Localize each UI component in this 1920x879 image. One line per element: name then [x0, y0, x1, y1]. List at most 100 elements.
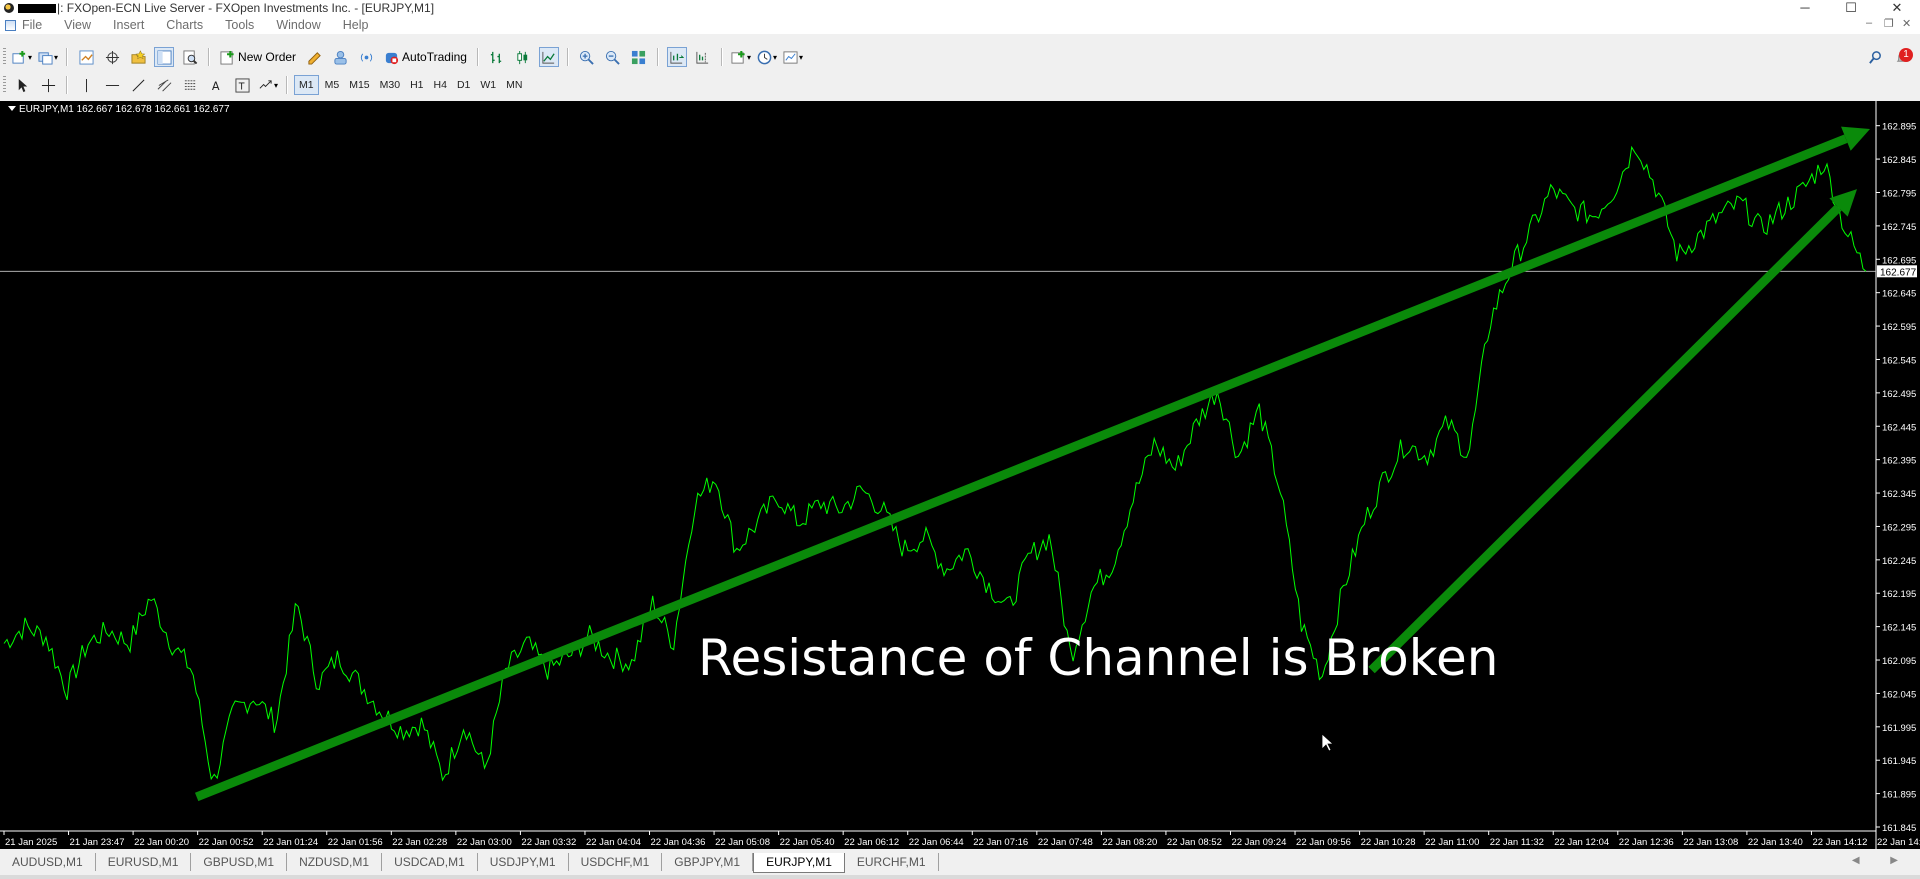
price-chart[interactable]: 162.895162.845162.795162.745162.695162.6… [0, 101, 1920, 849]
trendline-tool[interactable] [128, 75, 148, 95]
metaeditor-button[interactable] [304, 47, 324, 67]
text-tool[interactable]: A [206, 75, 226, 95]
tab-usdjpy[interactable]: USDJPY,M1 [478, 853, 569, 871]
text-label-tool[interactable]: T [232, 75, 252, 95]
candlesticks-button[interactable] [513, 47, 533, 67]
market-watch-button[interactable] [76, 47, 96, 67]
new-order-button[interactable]: New Order [218, 47, 298, 67]
zoom-in-button[interactable] [577, 47, 597, 67]
vps-button[interactable] [356, 47, 376, 67]
mdi-restore-button[interactable]: ❐ [1884, 17, 1894, 30]
text-label-icon: T [234, 77, 250, 93]
new-chart-button[interactable]: ▾ [12, 47, 32, 67]
toolbar-grip[interactable] [3, 76, 6, 94]
chart-header: EURJPY,M1 162.667 162.678 162.661 162.67… [8, 104, 230, 115]
menu-insert[interactable]: Insert [113, 18, 144, 32]
vertical-line-tool[interactable] [76, 75, 96, 95]
time-tick-label: 22 Jan 01:24 [263, 837, 318, 848]
tab-gbpjpy[interactable]: GBPJPY,M1 [662, 853, 754, 871]
price-tick-label: 162.495 [1882, 389, 1916, 400]
maximize-button[interactable]: ☐ [1828, 0, 1874, 16]
signals-button[interactable] [330, 47, 350, 67]
navigator-button[interactable] [128, 47, 148, 67]
new-order-icon [220, 50, 234, 65]
document-icon[interactable] [5, 19, 16, 31]
close-button[interactable]: ✕ [1874, 0, 1920, 16]
tab-scroll-arrows[interactable]: ◀ ▶ [1852, 855, 1912, 866]
fibonacci-tool[interactable] [180, 75, 200, 95]
search-button[interactable] [1865, 47, 1885, 67]
timeframe-w1[interactable]: W1 [476, 76, 500, 94]
menu-help[interactable]: Help [343, 18, 369, 32]
timeframe-m5[interactable]: M5 [321, 76, 344, 94]
auto-scroll-button[interactable] [666, 47, 687, 67]
trend-arrows [194, 126, 1870, 802]
periods-button[interactable]: ▾ [757, 47, 777, 67]
tab-eurjpy[interactable]: EURJPY,M1 [753, 853, 845, 873]
tile-windows-icon [632, 50, 646, 64]
tab-usdchf[interactable]: USDCHF,M1 [569, 853, 663, 871]
menu-file[interactable]: File [22, 18, 42, 32]
profiles-button[interactable]: ▾ [38, 47, 58, 67]
price-tick-label: 162.645 [1882, 289, 1916, 300]
horizontal-line-tool[interactable] [102, 75, 122, 95]
price-tick-label: 162.045 [1882, 689, 1916, 700]
tab-eurusd[interactable]: EURUSD,M1 [96, 853, 192, 871]
zoom-out-button[interactable] [603, 47, 623, 67]
menu-window[interactable]: Window [276, 18, 320, 32]
chart-symbol-info: EURJPY,M1 162.667 162.678 162.661 162.67… [19, 104, 230, 115]
equidistant-channel-tool[interactable] [154, 75, 174, 95]
magnifier-document-icon [183, 49, 197, 65]
window-title: |: FXOpen-ECN Live Server - FXOpen Inves… [57, 1, 435, 15]
minimize-button[interactable]: ─ [1782, 0, 1828, 16]
time-tick-label: 22 Jan 04:04 [586, 837, 641, 848]
price-tick-label: 162.745 [1882, 222, 1916, 233]
time-tick-label: 22 Jan 08:20 [1102, 837, 1157, 848]
menu-view[interactable]: View [64, 18, 91, 32]
time-axis: 21 Jan 2025 21 Jan 23:47 22 Jan 00:20 22 Ja… [0, 830, 1920, 848]
tab-nzdusd[interactable]: NZDUSD,M1 [287, 853, 383, 871]
notifications-button[interactable]: 1 [1889, 47, 1915, 67]
timeframe-d1[interactable]: D1 [453, 76, 474, 94]
chart-shift-button[interactable] [693, 47, 713, 67]
tile-windows-button[interactable] [629, 47, 649, 67]
zoom-out-icon [606, 50, 621, 65]
mdi-minimize-button[interactable]: – [1866, 17, 1872, 29]
terminal-button[interactable] [154, 47, 175, 67]
price-tick-label: 162.895 [1882, 122, 1916, 133]
line-chart-button[interactable] [538, 47, 559, 67]
crosshair-tool[interactable] [38, 75, 58, 95]
arrows-tool[interactable]: ▾ [258, 75, 278, 95]
tab-eurchf[interactable]: EURCHF,M1 [845, 853, 939, 871]
mouse-cursor-icon [1321, 733, 1335, 752]
timeframe-m15[interactable]: M15 [345, 76, 373, 94]
menu-charts[interactable]: Charts [166, 18, 203, 32]
mdi-close-button[interactable]: ✕ [1902, 17, 1911, 30]
menu-tools[interactable]: Tools [225, 18, 254, 32]
metaeditor-icon [307, 51, 321, 65]
toolbar-separator [656, 48, 659, 66]
tab-usdcad[interactable]: USDCAD,M1 [382, 853, 478, 871]
timeframe-m1[interactable]: M1 [294, 75, 319, 95]
time-tick-label: 22 Jan 04:36 [651, 837, 706, 848]
bar-chart-button[interactable] [487, 47, 507, 67]
timeframe-mn[interactable]: MN [502, 76, 526, 94]
toolbar-grip[interactable] [3, 48, 6, 66]
timeframe-m30[interactable]: M30 [376, 76, 404, 94]
time-tick-label: 22 Jan 13:40 [1748, 837, 1803, 848]
templates-button[interactable]: ▾ [783, 47, 803, 67]
autotrading-button[interactable]: AutoTrading [382, 47, 469, 67]
tab-gbpusd[interactable]: GBPUSD,M1 [191, 853, 288, 871]
strategy-tester-button[interactable] [180, 47, 200, 67]
indicators-button[interactable]: ▾ [731, 47, 751, 67]
cursor-tool[interactable] [12, 75, 32, 95]
toolbar-separator [566, 48, 569, 66]
tab-audusd[interactable]: AUDUSD,M1 [0, 853, 96, 871]
timeframe-h4[interactable]: H4 [430, 76, 451, 94]
data-window-button[interactable] [102, 47, 122, 67]
crosshair-icon [105, 50, 119, 64]
collapse-triangle-icon[interactable] [8, 106, 16, 111]
time-tick-label: 22 Jan 09:24 [1231, 837, 1286, 848]
timeframe-h1[interactable]: H1 [406, 76, 427, 94]
trend-arrow-shaft [194, 134, 1848, 802]
